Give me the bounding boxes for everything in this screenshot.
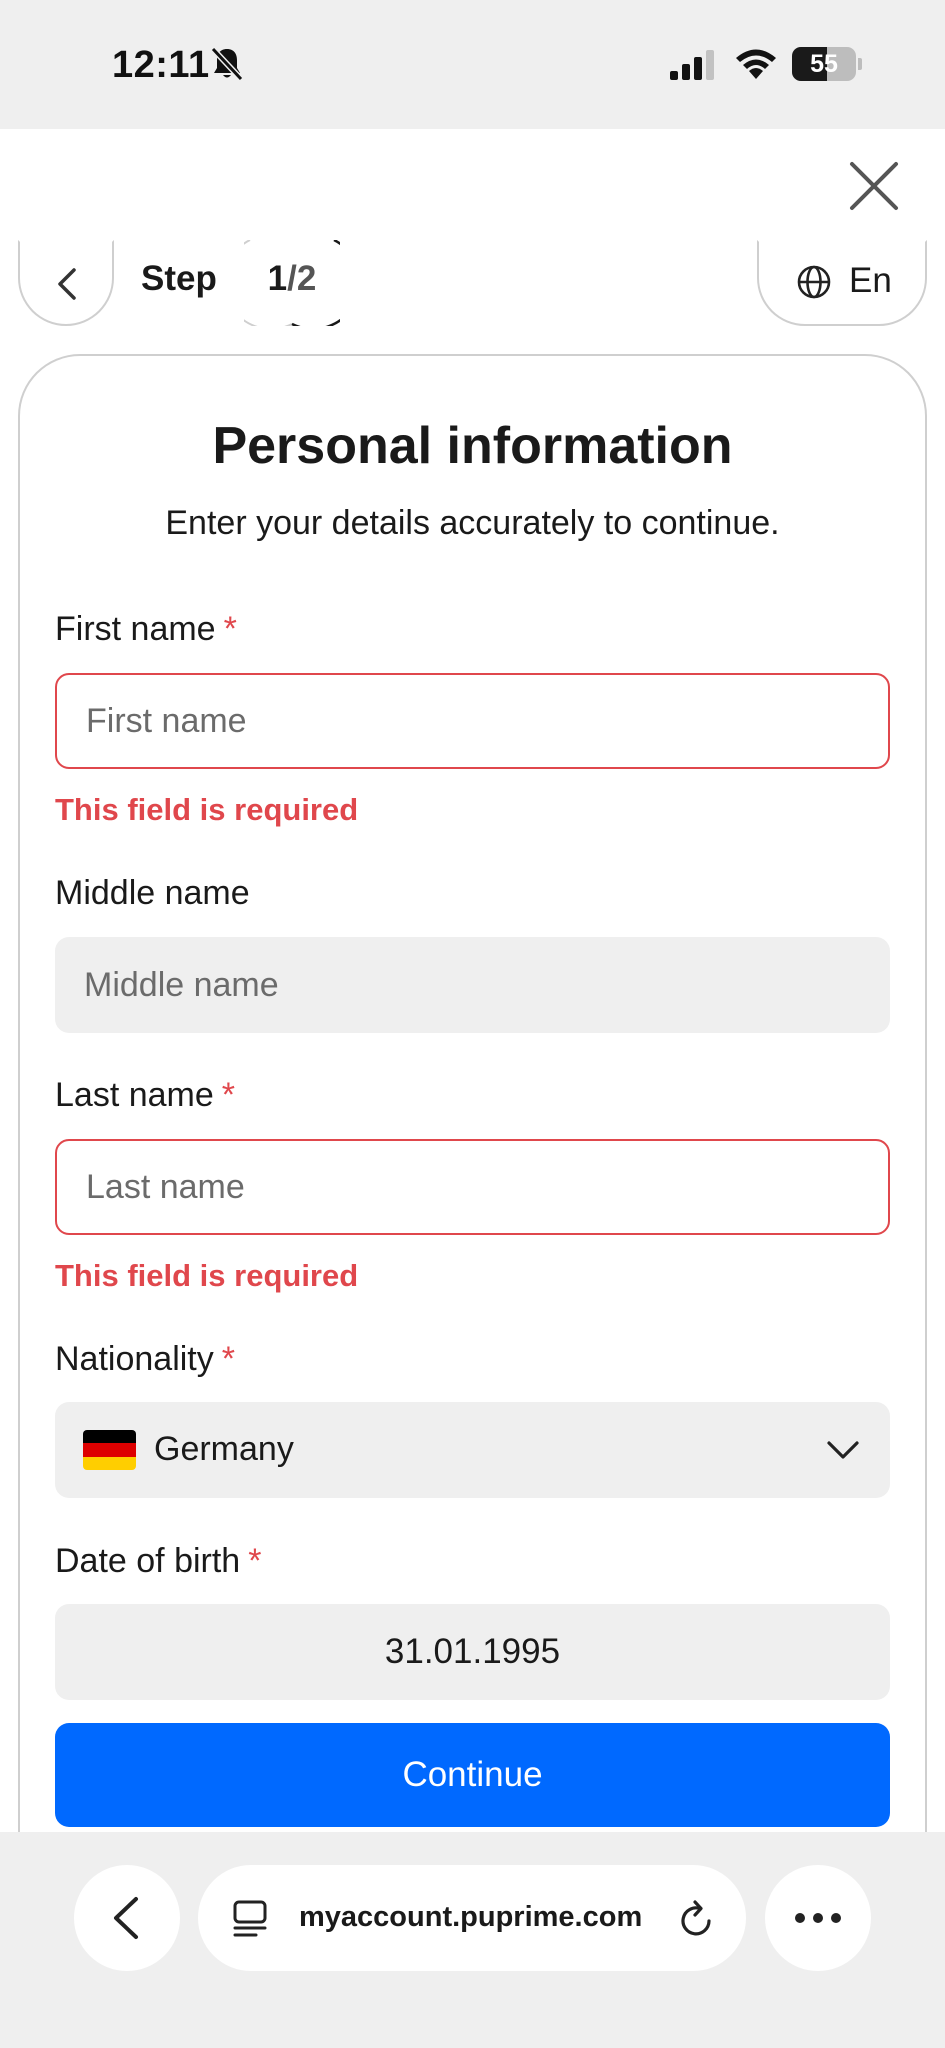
step-current: 1	[267, 259, 288, 298]
nationality-label: Nationality *	[55, 1340, 235, 1378]
battery-level: 55	[810, 50, 838, 78]
middle-name-label: Middle name	[55, 874, 250, 912]
date-of-birth-field[interactable]: 31.01.1995	[55, 1604, 890, 1700]
page-title: Personal information	[212, 417, 733, 475]
globe-icon	[797, 265, 831, 299]
step-total: 2	[296, 259, 317, 298]
page-subtitle: Enter your details accurately to continu…	[165, 504, 780, 542]
step-back-button[interactable]	[18, 240, 114, 326]
status-bar: 12:11 55	[0, 0, 945, 129]
step-counter: 1/2	[244, 259, 340, 299]
nationality-select[interactable]: Germany	[55, 1402, 890, 1498]
url-text: myaccount.puprime.com	[299, 1901, 643, 1933]
tab-icon	[233, 1900, 267, 1937]
address-bar[interactable]: myaccount.puprime.com	[198, 1865, 746, 1971]
more-options-button[interactable]	[765, 1865, 871, 1971]
language-label: En	[849, 261, 892, 300]
first-name-error: This field is required	[55, 792, 359, 827]
more-icon	[795, 1913, 841, 1923]
close-icon	[850, 162, 898, 210]
last-name-input[interactable]	[55, 1139, 890, 1235]
status-time: 12:11	[112, 44, 210, 86]
step-label: Step	[141, 259, 217, 298]
close-button[interactable]	[846, 158, 902, 214]
required-marker: *	[223, 610, 237, 648]
middle-name-input[interactable]	[55, 937, 890, 1033]
germany-flag-icon	[83, 1430, 136, 1470]
first-name-label: First name *	[55, 610, 237, 648]
reload-icon[interactable]	[678, 1899, 716, 1939]
battery-icon: 55	[792, 47, 862, 81]
back-arrow-icon	[114, 1897, 138, 1939]
last-name-label: Last name *	[55, 1076, 235, 1114]
date-of-birth-label: Date of birth *	[55, 1542, 262, 1580]
browser-toolbar: myaccount.puprime.com	[0, 1832, 945, 2048]
step-header: Step 1/2 En	[0, 240, 945, 330]
required-marker: *	[221, 1340, 235, 1378]
language-selector[interactable]: En	[757, 240, 927, 326]
browser-back-button[interactable]	[74, 1865, 180, 1971]
step-separator: /	[287, 259, 297, 298]
wifi-icon	[736, 49, 776, 79]
required-marker: *	[248, 1542, 262, 1580]
bell-muted-icon	[210, 46, 244, 82]
required-marker: *	[221, 1076, 235, 1114]
continue-button[interactable]: Continue	[55, 1723, 890, 1827]
nationality-value: Germany	[154, 1430, 294, 1468]
chevron-down-icon	[827, 1441, 859, 1459]
chevron-left-icon	[58, 268, 76, 300]
first-name-input[interactable]	[55, 673, 890, 769]
cellular-signal-icon	[670, 50, 714, 80]
last-name-error: This field is required	[55, 1258, 359, 1293]
